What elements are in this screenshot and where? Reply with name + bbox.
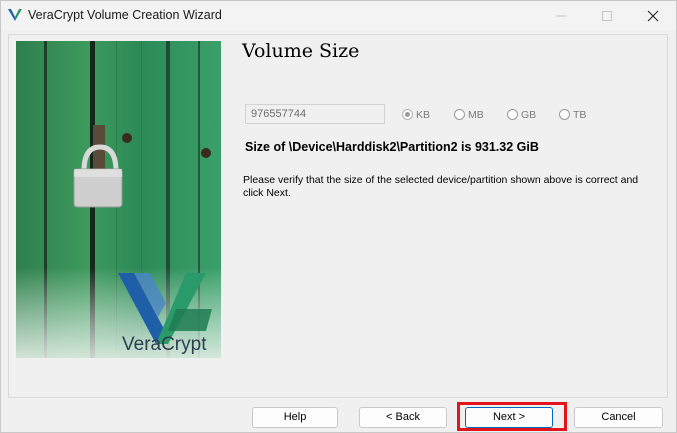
help-button[interactable]: Help <box>252 407 338 428</box>
radio-dot <box>559 109 570 120</box>
next-button-highlight <box>457 402 567 431</box>
minimize-icon <box>556 15 566 17</box>
unit-label-tb: TB <box>573 109 587 121</box>
close-icon <box>647 10 659 22</box>
veracrypt-logo-icon <box>8 9 22 21</box>
cancel-button[interactable]: Cancel <box>574 407 663 428</box>
verify-instructions: Please verify that the size of the selec… <box>243 174 639 199</box>
maximize-button[interactable] <box>584 1 630 30</box>
title-bar[interactable]: VeraCrypt Volume Creation Wizard <box>1 1 676 30</box>
radio-dot <box>507 109 518 120</box>
window-title: VeraCrypt Volume Creation Wizard <box>28 8 222 22</box>
maximize-icon <box>602 11 612 21</box>
unit-label-mb: MB <box>468 109 484 121</box>
volume-size-input[interactable]: 976557744 <box>245 104 385 124</box>
veracrypt-brand-text: VeraCrypt <box>122 334 207 355</box>
minimize-button[interactable] <box>538 1 584 30</box>
back-button[interactable]: < Back <box>359 407 447 428</box>
unit-label-kb: KB <box>416 109 431 121</box>
page-title: Volume Size <box>242 40 360 62</box>
radio-dot <box>454 109 465 120</box>
size-summary: Size of \Device\Harddisk2\Partition2 is … <box>245 140 539 154</box>
wizard-graphic: VeraCrypt <box>16 41 221 358</box>
close-button[interactable] <box>630 1 676 30</box>
unit-label-gb: GB <box>521 109 537 121</box>
radio-dot <box>402 109 413 120</box>
